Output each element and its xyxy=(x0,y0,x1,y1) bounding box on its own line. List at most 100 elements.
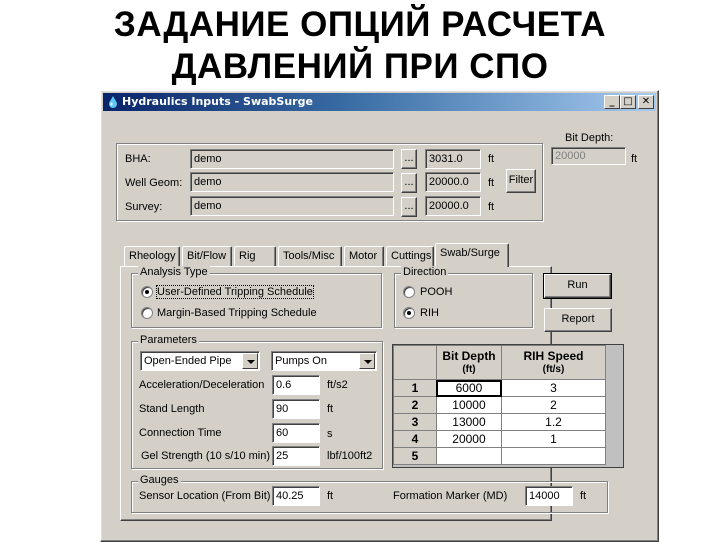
sensor-location-label: Sensor Location (From Bit) xyxy=(139,490,271,502)
gel-strength-input[interactable]: 25 xyxy=(272,446,320,466)
tab-rheology[interactable]: Rheology xyxy=(124,246,180,266)
survey-field[interactable]: demo xyxy=(190,196,394,216)
pooh-radio[interactable] xyxy=(403,286,415,298)
column-title: RIH Speed xyxy=(523,348,584,363)
bit-depth-cell[interactable]: 10000 xyxy=(435,396,503,414)
analysis-type-group: Analysis Type xyxy=(131,266,382,328)
sensor-location-unit: ft xyxy=(327,490,334,502)
margin-based-label[interactable]: Margin-Based Tripping Schedule xyxy=(157,307,317,319)
grid-corner-cell xyxy=(393,345,437,380)
rih-speed-cell[interactable] xyxy=(501,447,606,465)
run-button[interactable]: Run xyxy=(543,273,612,299)
rih-label[interactable]: RIH xyxy=(420,307,439,319)
row-header[interactable]: 3 xyxy=(393,413,437,431)
bha-field[interactable]: demo xyxy=(190,149,394,169)
tab-rig[interactable]: Rig xyxy=(234,246,276,266)
bit-depth-cell[interactable]: 6000 xyxy=(435,379,503,397)
survey-depth-field: 20000.0 xyxy=(425,196,481,216)
table-row: 4 20000 1 xyxy=(393,430,624,448)
chevron-down-icon[interactable] xyxy=(242,353,258,369)
water-drop-icon xyxy=(106,95,120,109)
title-bar[interactable]: Hydraulics Inputs - SwabSurge _ □ ✕ xyxy=(103,93,656,111)
parameters-title: Parameters xyxy=(138,334,199,346)
slide-title-line2: ДАВЛЕНИЙ ПРИ СПО xyxy=(171,47,549,86)
pooh-label[interactable]: POOH xyxy=(420,286,452,298)
row-header[interactable]: 1 xyxy=(393,379,437,397)
column-unit: (ft) xyxy=(462,363,476,375)
column-header-rih-speed[interactable]: RIH Speed (ft/s) xyxy=(501,345,606,380)
filter-button[interactable]: Filter xyxy=(506,169,536,193)
column-unit: (ft/s) xyxy=(542,363,565,375)
rih-speed-cell[interactable]: 1.2 xyxy=(501,413,606,431)
pump-state-value: Pumps On xyxy=(275,355,327,367)
formation-marker-label: Formation Marker (MD) xyxy=(393,490,508,502)
connection-time-label: Connection Time xyxy=(139,427,222,439)
tab-cuttings[interactable]: Cuttings xyxy=(386,246,434,266)
stand-length-input[interactable]: 90 xyxy=(272,399,320,419)
survey-label: Survey: xyxy=(125,201,163,213)
column-title: Bit Depth xyxy=(442,348,496,363)
bha-depth-field: 3031.0 xyxy=(425,149,481,169)
grid-empty-area xyxy=(604,345,623,465)
rih-radio[interactable] xyxy=(403,307,415,319)
pipe-type-value: Open-Ended Pipe xyxy=(144,355,232,367)
well-geom-field[interactable]: demo xyxy=(190,172,394,192)
window-title: Hydraulics Inputs - SwabSurge xyxy=(122,95,313,108)
well-geom-label: Well Geom: xyxy=(125,177,183,189)
gauges-title: Gauges xyxy=(138,474,181,486)
maximize-button[interactable]: □ xyxy=(620,95,636,109)
gel-strength-label: Gel Strength (10 s/10 min) xyxy=(141,450,271,462)
formation-marker-input[interactable]: 14000 xyxy=(525,486,573,506)
well-geom-depth-unit: ft xyxy=(488,177,495,189)
direction-title: Direction xyxy=(401,266,449,278)
survey-browse-button[interactable]: ... xyxy=(401,197,417,217)
bit-depth-cell[interactable]: 20000 xyxy=(435,430,503,448)
row-header[interactable]: 2 xyxy=(393,396,437,414)
tab-swab-surge[interactable]: Swab/Surge xyxy=(435,243,509,267)
tripping-schedule-grid[interactable]: Bit Depth (ft) RIH Speed (ft/s) 1 6000 3… xyxy=(392,344,624,468)
formation-marker-unit: ft xyxy=(580,490,587,502)
tab-bit-flow[interactable]: Bit/Flow xyxy=(182,246,232,266)
rih-speed-cell[interactable]: 1 xyxy=(501,430,606,448)
connection-time-input[interactable]: 60 xyxy=(272,423,320,443)
well-geom-browse-button[interactable]: ... xyxy=(401,173,417,193)
pipe-type-select[interactable]: Open-Ended Pipe xyxy=(140,351,260,371)
rih-speed-cell[interactable]: 2 xyxy=(501,396,606,414)
user-defined-radio[interactable] xyxy=(141,286,153,298)
column-header-bit-depth[interactable]: Bit Depth (ft) xyxy=(435,345,503,380)
acceleration-unit: ft/s2 xyxy=(327,379,348,391)
sensor-location-input[interactable]: 40.25 xyxy=(272,486,320,506)
user-defined-label[interactable]: User-Defined Tripping Schedule xyxy=(156,285,314,299)
bha-depth-unit: ft xyxy=(488,153,495,165)
slide-title-line1: ЗАДАНИЕ ОПЦИЙ РАСЧЕТА xyxy=(113,5,607,44)
acceleration-input[interactable]: 0.6 xyxy=(272,375,320,395)
rih-speed-cell[interactable]: 3 xyxy=(501,379,606,397)
connection-time-unit: s xyxy=(327,428,333,440)
survey-depth-unit: ft xyxy=(488,201,495,213)
stand-length-label: Stand Length xyxy=(139,403,205,415)
pump-state-select[interactable]: Pumps On xyxy=(271,351,377,371)
table-row: 5 xyxy=(393,447,624,465)
bha-label: BHA: xyxy=(125,153,151,165)
report-button[interactable]: Report xyxy=(544,308,612,332)
tab-motor[interactable]: Motor xyxy=(344,246,384,266)
well-geom-depth-field: 20000.0 xyxy=(425,172,481,192)
table-row: 1 6000 3 xyxy=(393,379,624,397)
row-header[interactable]: 5 xyxy=(393,447,437,465)
row-header[interactable]: 4 xyxy=(393,430,437,448)
bit-depth-field: 20000 xyxy=(551,147,626,165)
bit-depth-label: Bit Depth: xyxy=(565,132,614,144)
close-button[interactable]: ✕ xyxy=(638,95,654,109)
bit-depth-cell[interactable] xyxy=(435,447,503,465)
acceleration-label: Acceleration/Deceleration xyxy=(139,379,265,391)
grid-header-row: Bit Depth (ft) RIH Speed (ft/s) xyxy=(393,345,623,465)
table-row: 2 10000 2 xyxy=(393,396,624,414)
margin-based-radio[interactable] xyxy=(141,307,153,319)
slide-title: ЗАДАНИЕ ОПЦИЙ РАСЧЕТА ДАВЛЕНИЙ ПРИ СПО xyxy=(0,4,720,88)
bit-depth-cell[interactable]: 13000 xyxy=(435,413,503,431)
analysis-type-title: Analysis Type xyxy=(138,266,210,278)
chevron-down-icon[interactable] xyxy=(359,353,375,369)
bha-browse-button[interactable]: ... xyxy=(401,149,417,169)
minimize-button[interactable]: _ xyxy=(604,95,620,109)
tab-tools-misc[interactable]: Tools/Misc xyxy=(278,246,342,266)
